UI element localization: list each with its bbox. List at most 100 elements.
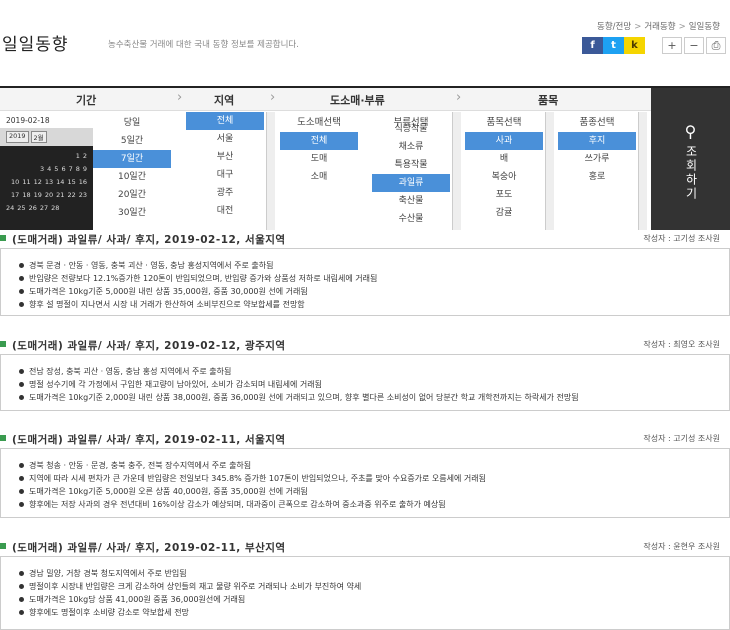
wholesale-option[interactable]: 소매 — [280, 168, 358, 186]
report-title[interactable]: (도매거래) 과일류/ 사과/ 후지, 2019-02-12, 서울지역 — [12, 232, 286, 247]
region-option[interactable]: 대구 — [186, 166, 264, 184]
region-list: 전체 서울 부산 대구 광주 대전 — [186, 112, 264, 220]
item-option[interactable]: 배 — [465, 150, 543, 168]
report-line: 명절이후 시장내 반입량은 크게 감소하여 상인들의 재고 물량 위주로 거래되… — [19, 580, 729, 593]
calendar-day[interactable]: 12 — [34, 176, 42, 189]
calendar-day[interactable]: 13 — [45, 176, 53, 189]
report-title[interactable]: (도매거래) 과일류/ 사과/ 후지, 2019-02-11, 부산지역 — [12, 540, 286, 555]
calendar-day[interactable]: 7 — [69, 163, 73, 176]
search-icon: ⚲ — [684, 122, 697, 141]
bullet-marker — [0, 435, 6, 441]
zoom-controls: + − ⎙ — [662, 37, 726, 54]
breadcrumb-item[interactable]: 일일동향 — [689, 22, 720, 32]
period-option[interactable]: 당일 — [93, 114, 171, 132]
zoom-out-button[interactable]: − — [684, 37, 704, 54]
calendar-day[interactable]: 27 — [40, 202, 48, 215]
calendar-day[interactable]: 28 — [51, 202, 59, 215]
wholesale-option[interactable]: 도매 — [280, 150, 358, 168]
calendar-day[interactable]: 10 — [11, 176, 19, 189]
item-subheading: 품목선택 — [486, 117, 522, 128]
report-author: 작성자 : 고기성 조사원 — [643, 434, 720, 443]
calendar-day[interactable]: 11 — [22, 176, 30, 189]
calendar-day[interactable]: 5 — [54, 163, 58, 176]
category-option[interactable]: 축산물 — [372, 192, 450, 210]
report-line: 반입량은 전량보다 12.1%증가한 120톤이 반입되었으며, 반입량 증가와… — [19, 272, 729, 285]
year-select[interactable]: 2019 — [6, 131, 29, 143]
item-scrollbar[interactable] — [545, 112, 554, 230]
category-option[interactable]: 수산물 — [372, 210, 450, 228]
calendar-day[interactable]: 3 — [40, 163, 44, 176]
twitter-share-button[interactable]: t — [603, 37, 624, 54]
wholesale-option[interactable]: 전체 — [280, 132, 358, 150]
calendar-week: 24 25 26 27 28 — [0, 202, 93, 215]
print-button[interactable]: ⎙ — [706, 37, 726, 54]
wholesale-list: 전체 도매 소매 — [280, 132, 358, 186]
calendar-day[interactable]: 6 — [61, 163, 65, 176]
region-option[interactable]: 광주 — [186, 184, 264, 202]
calendar-day[interactable]: 25 — [17, 202, 25, 215]
variety-scrollbar[interactable] — [638, 112, 647, 230]
report-line: 향후에는 저장 사과의 경우 전년대비 16%이상 감소가 예상되며, 대과중이… — [19, 498, 729, 511]
variety-option[interactable]: 후지 — [558, 132, 636, 150]
report-title[interactable]: (도매거래) 과일류/ 사과/ 후지, 2019-02-11, 서울지역 — [12, 432, 286, 447]
report-author: 작성자 : 윤현우 조사원 — [643, 542, 720, 551]
report-title[interactable]: (도매거래) 과일류/ 사과/ 후지, 2019-02-12, 광주지역 — [12, 338, 286, 353]
variety-option[interactable]: 쓰가루 — [558, 150, 636, 168]
calendar-day[interactable]: 8 — [76, 163, 80, 176]
kakaostory-share-button[interactable]: k — [624, 37, 645, 54]
category-option[interactable]: 채소류 — [372, 138, 450, 156]
report-body: 경북 청송 · 안동 · 문경, 충북 충주, 전북 장수지역에서 주로 출하됨… — [0, 448, 730, 518]
calendar-day[interactable]: 17 — [11, 189, 19, 202]
report-line: 명절 성수기에 각 가정에서 구입한 재고량이 남아있어, 소비가 감소되며 내… — [19, 378, 729, 391]
calendar-day[interactable]: 9 — [83, 163, 87, 176]
facebook-share-button[interactable]: f — [582, 37, 603, 54]
calendar-day[interactable]: 14 — [56, 176, 64, 189]
report-body: 경북 문경 · 안동 · 영동, 충북 괴산 · 영동, 충남 홍성지역에서 주… — [0, 248, 730, 316]
item-option[interactable]: 포도 — [465, 186, 543, 204]
calendar-day[interactable]: 2 — [83, 150, 87, 163]
calendar-day[interactable]: 1 — [76, 150, 80, 163]
category-option[interactable]: 식량작물 — [372, 120, 450, 138]
item-option[interactable]: 사과 — [465, 132, 543, 150]
item-option[interactable]: 감귤 — [465, 204, 543, 222]
breadcrumb-item[interactable]: 거래동향 — [644, 22, 675, 32]
calendar-day[interactable]: 15 — [67, 176, 75, 189]
calendar-day[interactable]: 24 — [6, 202, 14, 215]
breadcrumb-item[interactable]: 동향/전망 — [597, 22, 631, 32]
page-header: 일일동향 농수축산물 거래에 대한 국내 동향 정보를 제공합니다. 동향/전망… — [0, 0, 730, 60]
category-option[interactable]: 특용작물 — [372, 156, 450, 174]
calendar-day[interactable]: 26 — [29, 202, 37, 215]
category-scrollbar[interactable] — [452, 112, 461, 230]
region-scrollbar[interactable] — [266, 112, 275, 230]
period-heading: 기간 — [76, 94, 97, 107]
filter-panel: 기간 › 지역 › 도소매·부류 › 품목 도소매선택 부류선택 품목선택 품종… — [0, 88, 730, 230]
period-option[interactable]: 20일간 — [93, 186, 171, 204]
calendar-day[interactable]: 4 — [47, 163, 51, 176]
region-option[interactable]: 부산 — [186, 148, 264, 166]
search-button[interactable]: ⚲ 조회하기 — [651, 88, 730, 230]
period-option[interactable]: 30일간 — [93, 204, 171, 222]
period-option[interactable]: 7일간 — [93, 150, 171, 168]
category-option[interactable]: 과일류 — [372, 174, 450, 192]
calendar-day[interactable]: 20 — [45, 189, 53, 202]
calendar-day[interactable]: 18 — [22, 189, 30, 202]
variety-subheading: 품종선택 — [579, 117, 615, 128]
date-calendar[interactable]: 2019-02-18 2019 2월 12 3456789 10 11 12 13 14 1… — [0, 114, 93, 230]
item-option[interactable]: 복숭아 — [465, 168, 543, 186]
period-option[interactable]: 5일간 — [93, 132, 171, 150]
region-option[interactable]: 전체 — [186, 112, 264, 130]
region-option[interactable]: 대전 — [186, 202, 264, 220]
date-input[interactable]: 2019-02-18 — [0, 114, 93, 128]
calendar-day[interactable]: 23 — [79, 189, 87, 202]
period-option[interactable]: 10일간 — [93, 168, 171, 186]
calendar-day[interactable]: 21 — [56, 189, 64, 202]
variety-option[interactable]: 홍로 — [558, 168, 636, 186]
calendar-day[interactable]: 16 — [79, 176, 87, 189]
calendar-day[interactable]: 22 — [67, 189, 75, 202]
region-option[interactable]: 서울 — [186, 130, 264, 148]
calendar-day[interactable]: 19 — [34, 189, 42, 202]
chevron-right-icon: › — [270, 90, 276, 105]
month-select[interactable]: 2월 — [30, 131, 47, 143]
calendar-week: 10 11 12 13 14 15 16 — [0, 176, 93, 189]
zoom-in-button[interactable]: + — [662, 37, 682, 54]
